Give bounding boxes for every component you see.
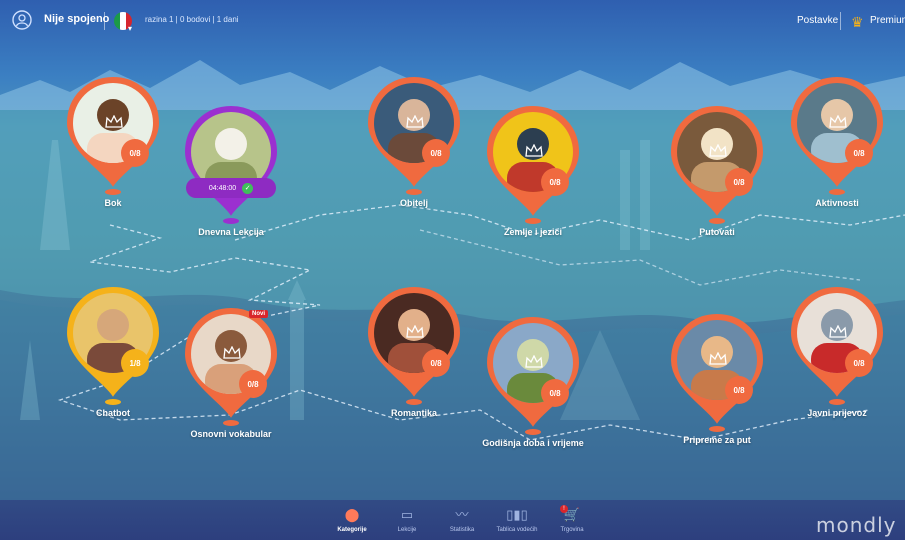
progress-badge: 0/8: [845, 349, 873, 377]
nav-label: Tablica vodećih: [496, 527, 538, 533]
lesson-pin-red-bus[interactable]: Javni prijevoz 0/8: [787, 285, 887, 418]
cart-icon: 🛒!: [542, 505, 602, 525]
crown-icon: [829, 325, 847, 338]
lesson-pin-friends-phone[interactable]: Chatbot 1/8: [63, 285, 163, 418]
chart-line-icon: 〰: [455, 507, 469, 522]
progress-badge: 0/8: [845, 139, 873, 167]
lesson-label[interactable]: Romantika: [334, 408, 494, 418]
nav-label: Trgovina: [560, 527, 584, 533]
pin-base: [406, 399, 422, 405]
progress-badge: 0/8: [422, 349, 450, 377]
lesson-label[interactable]: Dnevna Lekcija: [151, 227, 311, 237]
nav-statistika[interactable]: 〰 Statistika: [432, 505, 492, 533]
progress-badge: 0/8: [725, 168, 753, 196]
user-icon[interactable]: [12, 10, 32, 30]
crown-icon: [223, 346, 241, 359]
book-icon: ▭: [400, 507, 414, 522]
crown-icon: [105, 115, 123, 128]
pin-base: [525, 429, 541, 435]
divider: [104, 12, 105, 30]
nav-label: Statistika: [449, 527, 475, 533]
notification-badge: !: [560, 505, 568, 513]
lesson-pin-calendar[interactable]: Dnevna Lekcija 04:48:00 ✓: [181, 104, 281, 237]
check-icon: ✓: [242, 182, 254, 194]
lesson-pin-kids[interactable]: Osnovni vokabular 0/8 Novi: [181, 306, 281, 439]
pin-base: [709, 426, 725, 432]
lesson-label[interactable]: Obitelj: [334, 198, 494, 208]
pin-base: [105, 399, 121, 405]
progress-badge: 1/8: [121, 349, 149, 377]
countdown-timer: 04:48:00 ✓: [186, 178, 276, 198]
progress-badge: 0/8: [541, 379, 569, 407]
app-root: Nije spojeno ▾ razina 1 | 0 bodovi | 1 d…: [0, 0, 905, 540]
lesson-label[interactable]: Godišnja doba i vrijeme: [453, 438, 613, 448]
crown-icon: [525, 355, 543, 368]
pin-base: [223, 218, 239, 224]
progress-badge: 0/8: [121, 139, 149, 167]
bar-chart-icon: ▯▮▯: [506, 507, 528, 522]
divider: [840, 12, 841, 30]
new-badge: Novi: [249, 310, 269, 318]
premium-link[interactable]: Premium: [870, 15, 905, 26]
lesson-label[interactable]: Aktivnosti: [757, 198, 905, 208]
connection-status[interactable]: Nije spojeno: [44, 13, 109, 25]
crown-icon: [406, 325, 424, 338]
lesson-label[interactable]: Javni prijevoz: [757, 408, 905, 418]
nav-kategorije[interactable]: ⬤ Kategorije: [322, 505, 382, 533]
progress-badge: 0/8: [541, 168, 569, 196]
chevron-down-icon[interactable]: ▾: [128, 24, 132, 33]
crown-icon: [406, 115, 424, 128]
timer-text: 04:48:00: [208, 184, 237, 192]
progress-badge: 0/8: [725, 376, 753, 404]
lesson-pin-family[interactable]: Obitelj 0/8: [364, 75, 464, 208]
lesson-pin-woman-portrait[interactable]: Bok 0/8: [63, 75, 163, 208]
pin-base: [829, 399, 845, 405]
nav-lekcije[interactable]: ▭ Lekcije: [377, 505, 437, 533]
crown-icon[interactable]: ♛: [851, 15, 864, 29]
lesson-label[interactable]: Bok: [33, 198, 193, 208]
nav-label: Lekcije: [397, 527, 417, 533]
nav-trgovina[interactable]: 🛒! Trgovina: [542, 505, 602, 533]
lesson-label[interactable]: Putovati: [637, 227, 797, 237]
crown-icon: [829, 115, 847, 128]
pin-base: [525, 218, 541, 224]
settings-link[interactable]: Postavke: [797, 15, 838, 26]
lesson-pin-tree-seasons[interactable]: Godišnja doba i vrijeme 0/8: [482, 315, 584, 448]
pin-base: [406, 189, 422, 195]
progress-badge: 0/8: [422, 139, 450, 167]
bottom-navigation: ⬤ Kategorije ▭ Lekcije 〰 Statistika ▯▮▯ …: [0, 505, 905, 540]
nav-tablica-vodecih[interactable]: ▯▮▯ Tablica vodećih: [487, 505, 547, 533]
top-bar: Nije spojeno ▾ razina 1 | 0 bodovi | 1 d…: [0, 0, 905, 46]
pin-base: [709, 218, 725, 224]
crown-icon: [709, 352, 727, 365]
nav-label: Kategorije: [337, 527, 367, 533]
lesson-label[interactable]: Chatbot: [33, 408, 193, 418]
crown-icon: [525, 144, 543, 157]
progress-badge: 0/8: [239, 370, 267, 398]
lesson-pin-hiker-canyon[interactable]: Pripreme za put 0/8: [667, 312, 767, 445]
lesson-pin-couple-hug[interactable]: Romantika 0/8: [364, 285, 464, 418]
crown-icon: [709, 144, 727, 157]
lesson-label[interactable]: Zemlje i jezici: [453, 227, 613, 237]
user-stats: razina 1 | 0 bodovi | 1 dani: [145, 15, 239, 24]
lesson-pin-traveler-map[interactable]: Putovati 0/8: [667, 104, 767, 237]
lesson-label[interactable]: Pripreme za put: [637, 435, 797, 445]
lesson-label[interactable]: Osnovni vokabular: [151, 429, 311, 439]
lesson-pin-flags-crowd[interactable]: Zemlje i jezici 0/8: [483, 104, 583, 237]
mondly-logo: mondly: [816, 513, 897, 537]
pin-base: [223, 420, 239, 426]
pin-base: [829, 189, 845, 195]
pin-base: [105, 189, 121, 195]
lesson-pin-couple-selfie[interactable]: Aktivnosti 0/8: [787, 75, 887, 208]
map-icon: ⬤: [344, 507, 360, 522]
